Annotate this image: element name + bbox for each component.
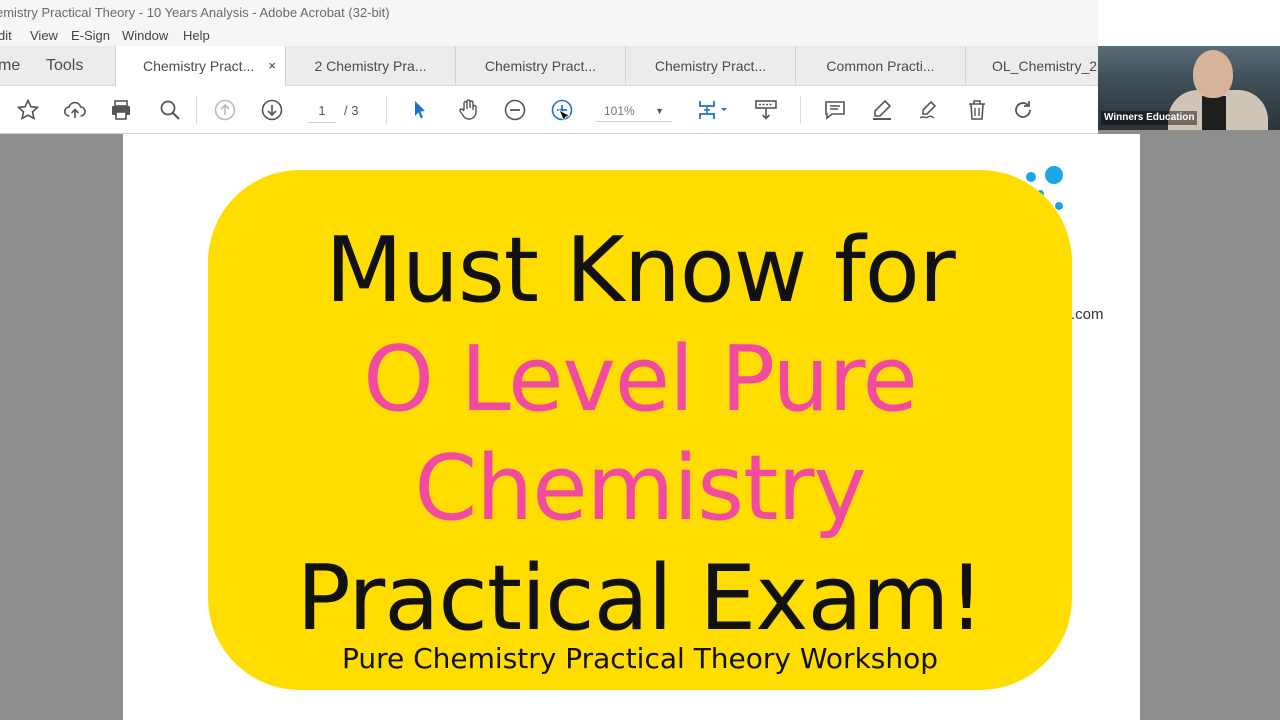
page-fit-icon[interactable] [694,96,732,124]
tab-label: Common Practi... [826,58,935,74]
zoom-in-icon[interactable] [548,96,576,124]
cloud-upload-icon[interactable] [61,96,89,124]
document-tab[interactable]: OL_Chemistry_2 [965,46,1098,86]
scroll-mode-icon[interactable] [752,96,780,124]
next-page-icon[interactable] [258,96,286,124]
document-tab-active[interactable]: Chemistry Pract... × [115,46,285,87]
tab-label: Chemistry Pract... [654,58,767,74]
page-total: / 3 [344,103,359,118]
previous-page-icon[interactable] [211,96,239,124]
document-partial-text: .com [1071,306,1104,323]
webcam-video: Winners Education [1098,46,1280,130]
tab-label: Chemistry Pract... [143,58,255,74]
select-cursor-icon[interactable] [406,96,434,124]
menu-esign[interactable]: E-Sign [71,26,110,46]
comment-icon[interactable] [821,96,849,124]
hand-tool-icon[interactable] [454,96,482,124]
menu-window[interactable]: Window [122,26,168,46]
search-icon[interactable] [156,96,184,124]
rotate-icon[interactable] [1009,96,1037,124]
chevron-down-icon: ▼ [655,106,664,116]
webcam-top-gap [1098,0,1280,46]
toolbar-divider [386,96,387,124]
window-title-bar: emistry Practical Theory - 10 Years Anal… [0,0,1098,26]
webcam-label: Winners Education [1101,111,1198,125]
sign-icon[interactable] [915,96,943,124]
presenter-shirt [1202,96,1226,130]
star-icon[interactable] [14,96,42,124]
presenter-head [1193,50,1233,98]
menu-edit[interactable]: dit [0,26,12,46]
banner-line-4: Practical Exam! [296,546,985,651]
document-tab[interactable]: Chemistry Pract... [455,46,625,86]
window-title: emistry Practical Theory - 10 Years Anal… [0,5,390,20]
banner-line-3: Chemistry [414,436,866,541]
tab-label: Chemistry Pract... [484,58,597,74]
tools-tab[interactable]: Tools [46,46,83,86]
document-tab[interactable]: Common Practi... [795,46,965,86]
close-icon[interactable]: × [268,46,276,86]
toolbar-divider [196,96,197,124]
zoom-value: 101% [604,104,635,118]
banner-subtitle: Pure Chemistry Practical Theory Workshop [341,642,939,675]
banner-line-2: O Level Pure [363,327,918,432]
home-tab[interactable]: me [0,46,20,86]
menu-bar: dit View E-Sign Window Help [0,26,1098,46]
zoom-out-icon[interactable] [501,96,529,124]
menu-view[interactable]: View [30,26,58,46]
tab-label: OL_Chemistry_2 [992,58,1098,74]
logo-dot [1045,166,1063,184]
banner-line-1: Must Know for [325,218,956,323]
print-icon[interactable] [107,96,135,124]
toolbar: 1 / 3 101% ▼ [0,86,1098,134]
document-tab[interactable]: 2 Chemistry Pra... [285,46,455,86]
highlight-pen-icon[interactable] [868,96,896,124]
tab-bar: me Tools Chemistry Pract... × 2 Chemistr… [0,46,1098,87]
page-number-input[interactable]: 1 [308,100,336,123]
menu-help[interactable]: Help [183,26,210,46]
logo-dot [1055,202,1063,210]
toolbar-divider [800,96,801,124]
tab-label: 2 Chemistry Pra... [314,58,427,74]
zoom-level-select[interactable]: 101% ▼ [596,100,672,122]
delete-icon[interactable] [963,96,991,124]
logo-dot [1026,172,1036,182]
document-tab[interactable]: Chemistry Pract... [625,46,795,86]
